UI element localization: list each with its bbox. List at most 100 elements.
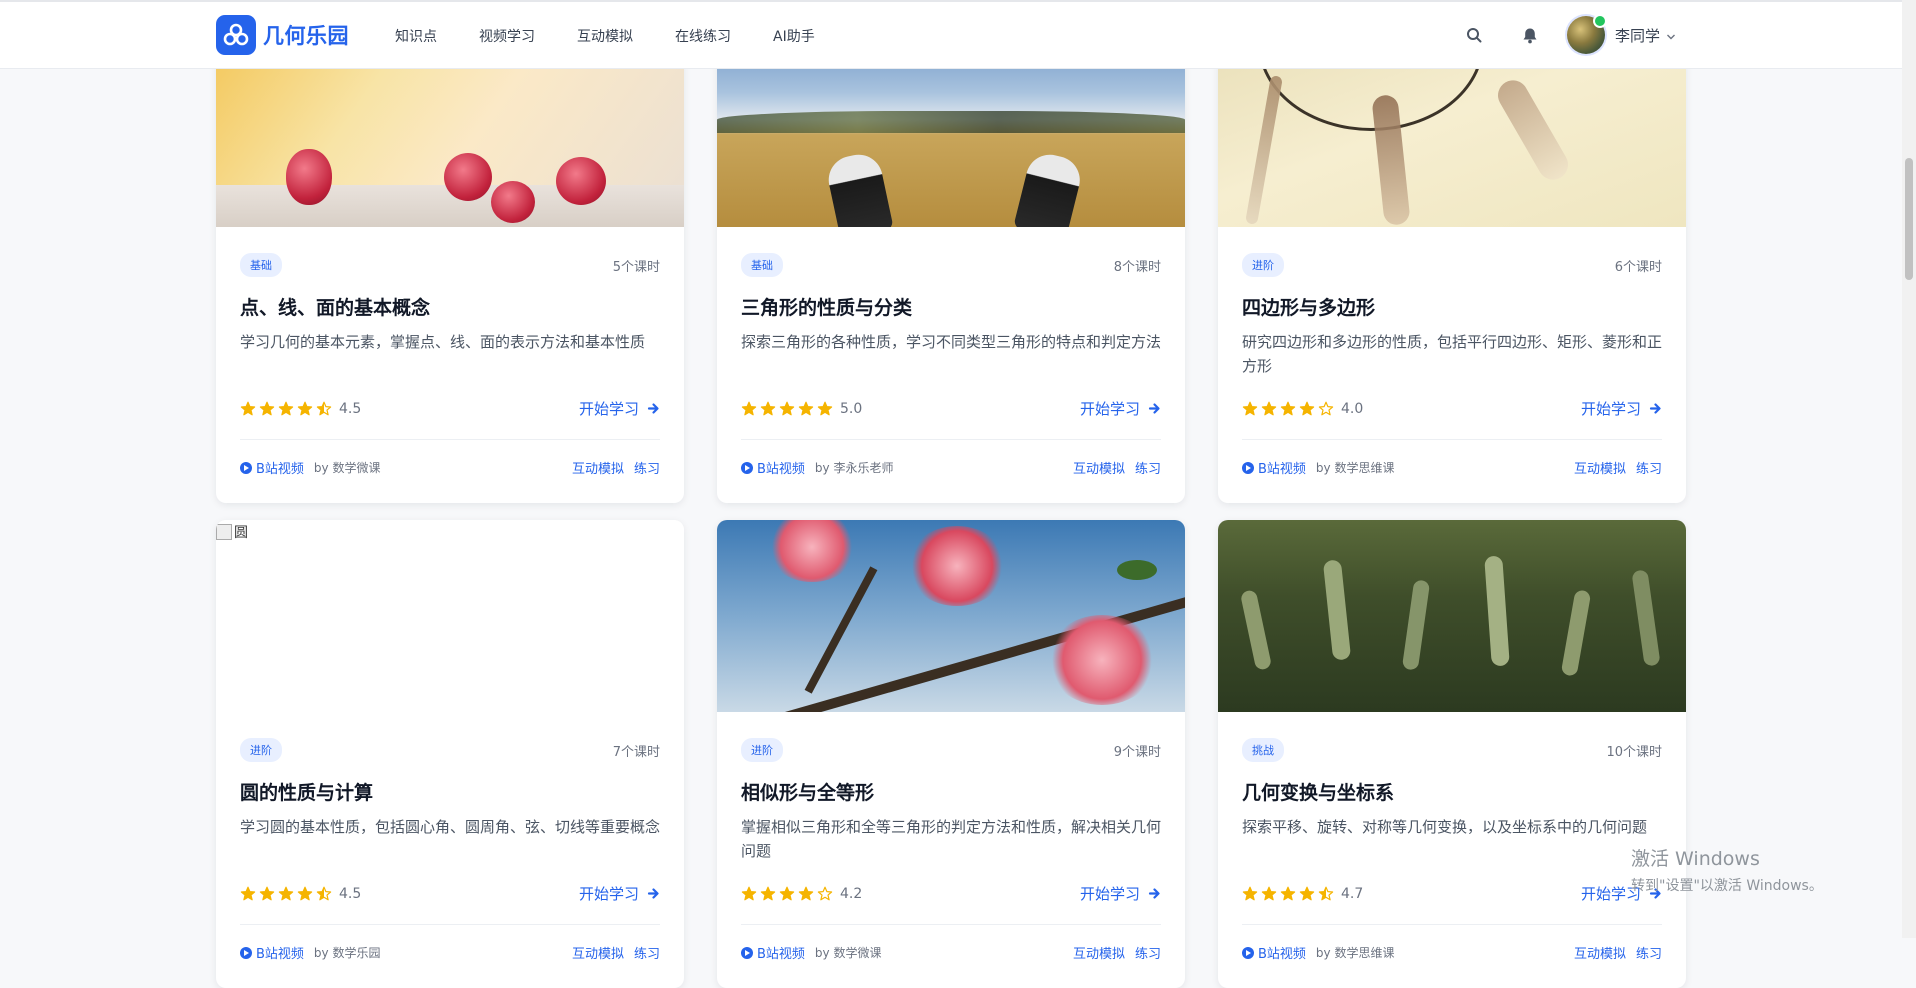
avatar[interactable] (1566, 14, 1607, 54)
bilibili-video-link[interactable]: B站视频 (741, 943, 805, 962)
practice-link[interactable]: 练习 (634, 943, 660, 962)
course-card[interactable]: 进阶 9个课时 相似形与全等形 掌握相似三角形和全等三角形的判定方法和性质，解决… (717, 520, 1185, 988)
star-filled-icon (1299, 401, 1315, 415)
star-filled-icon (779, 886, 795, 900)
play-circle-icon (741, 461, 753, 474)
star-filled-icon (760, 401, 776, 415)
level-badge: 基础 (240, 253, 282, 277)
star-half-icon (316, 401, 332, 415)
user-name[interactable]: 李同学 (1615, 25, 1660, 46)
bilibili-video-link[interactable]: B站视频 (1242, 458, 1306, 477)
bilibili-video-link[interactable]: B站视频 (240, 943, 304, 962)
video-link-label: B站视频 (1258, 462, 1306, 477)
level-badge: 进阶 (1242, 253, 1284, 277)
star-half-icon (316, 886, 332, 900)
course-card[interactable]: 基础 8个课时 三角形的性质与分类 探索三角形的各种性质，学习不同类型三角形的特… (717, 35, 1185, 503)
arrow-right-icon (1148, 403, 1160, 414)
simulation-link[interactable]: 互动模拟 (572, 943, 624, 962)
level-badge: 进阶 (240, 738, 282, 762)
course-description: 研究四边形和多边形的性质，包括平行四边形、矩形、菱形和正方形 (1242, 333, 1663, 375)
start-learning-button[interactable]: 开始学习 (1581, 398, 1662, 419)
start-learning-label: 开始学习 (1580, 400, 1641, 418)
scrollbar-thumb[interactable] (1905, 158, 1913, 280)
star-filled-icon (297, 886, 313, 900)
simulation-link[interactable]: 互动模拟 (1574, 458, 1626, 477)
start-learning-label: 开始学习 (578, 400, 639, 418)
play-circle-icon (1242, 946, 1254, 959)
course-description: 探索平移、旋转、对称等几何变换，以及坐标系中的几何问题 (1242, 818, 1648, 836)
practice-link[interactable]: 练习 (1135, 943, 1161, 962)
brand-name: 几何乐园 (263, 24, 349, 48)
rating-stars: 4.2 (741, 886, 862, 902)
star-filled-icon (779, 401, 795, 415)
course-card[interactable]: 挑战 10个课时 几何变换与坐标系 探索平移、旋转、对称等几何变换，以及坐标系中… (1218, 520, 1686, 988)
nav-video[interactable]: 视频学习 (479, 26, 535, 46)
bell-icon[interactable] (1511, 16, 1549, 54)
nav-simulation[interactable]: 互动模拟 (577, 26, 633, 46)
lesson-count: 8个课时 (1113, 259, 1161, 275)
level-badge: 挑战 (1242, 738, 1284, 762)
course-title[interactable]: 三角形的性质与分类 (741, 293, 1161, 320)
course-title[interactable]: 四边形与多边形 (1242, 293, 1662, 320)
star-filled-icon (798, 401, 814, 415)
start-learning-button[interactable]: 开始学习 (579, 883, 660, 904)
start-learning-button[interactable]: 开始学习 (1080, 883, 1161, 904)
star-filled-icon (1280, 886, 1296, 900)
bilibili-video-link[interactable]: B站视频 (240, 458, 304, 477)
star-filled-icon (297, 401, 313, 415)
logo-icon (216, 15, 256, 55)
course-title[interactable]: 圆的性质与计算 (240, 778, 660, 805)
start-learning-label: 开始学习 (1079, 400, 1140, 418)
divider (1242, 439, 1662, 440)
main-nav: 知识点 视频学习 互动模拟 在线练习 AI助手 (395, 26, 857, 46)
level-badge: 基础 (741, 253, 783, 277)
star-filled-icon (259, 401, 275, 415)
simulation-link[interactable]: 互动模拟 (1073, 943, 1125, 962)
rating-stars: 4.0 (1242, 401, 1363, 417)
star-empty-icon (817, 886, 833, 900)
video-link-label: B站视频 (256, 947, 304, 962)
bilibili-video-link[interactable]: B站视频 (1242, 943, 1306, 962)
nav-ai-assistant[interactable]: AI助手 (773, 26, 815, 46)
image-alt-text: 圆 (234, 525, 248, 541)
rating-value: 4.0 (1341, 400, 1364, 417)
start-learning-button[interactable]: 开始学习 (1080, 398, 1161, 419)
course-card[interactable]: 进阶 6个课时 四边形与多边形 研究四边形和多边形的性质，包括平行四边形、矩形、… (1218, 35, 1686, 503)
star-half-icon (1318, 886, 1334, 900)
nav-practice[interactable]: 在线练习 (675, 26, 731, 46)
practice-link[interactable]: 练习 (634, 458, 660, 477)
rating-stars: 4.5 (240, 886, 361, 902)
course-title[interactable]: 点、线、面的基本概念 (240, 293, 660, 320)
brand-logo[interactable]: 几何乐园 (216, 15, 349, 55)
course-card[interactable]: 圆 进阶 7个课时 圆的性质与计算 学习圆的基本性质，包括圆心角、圆周角、弦、切… (216, 520, 684, 988)
watermark-subtitle: 转到"设置"以激活 Windows。 (1631, 878, 1823, 894)
practice-link[interactable]: 练习 (1636, 943, 1662, 962)
arrow-right-icon (647, 888, 659, 899)
course-card[interactable]: 基础 5个课时 点、线、面的基本概念 学习几何的基本元素，掌握点、线、面的表示方… (216, 35, 684, 503)
divider (1242, 924, 1662, 925)
star-filled-icon (1261, 886, 1277, 900)
chevron-down-icon[interactable] (1666, 26, 1676, 45)
search-icon[interactable] (1455, 16, 1493, 54)
simulation-link[interactable]: 互动模拟 (1574, 943, 1626, 962)
simulation-link[interactable]: 互动模拟 (1073, 458, 1125, 477)
start-learning-button[interactable]: 开始学习 (579, 398, 660, 419)
rating-value: 5.0 (840, 400, 863, 417)
course-title[interactable]: 几何变换与坐标系 (1242, 778, 1662, 805)
top-navbar: 几何乐园 知识点 视频学习 互动模拟 在线练习 AI助手 李同学 (0, 0, 1902, 69)
bilibili-video-link[interactable]: B站视频 (741, 458, 805, 477)
practice-link[interactable]: 练习 (1636, 458, 1662, 477)
simulation-link[interactable]: 互动模拟 (572, 458, 624, 477)
watermark-title: 激活 Windows (1631, 848, 1760, 870)
star-filled-icon (1261, 401, 1277, 415)
play-circle-icon (240, 461, 252, 474)
page-scrollbar[interactable] (1902, 0, 1916, 938)
practice-link[interactable]: 练习 (1135, 458, 1161, 477)
star-filled-icon (1242, 401, 1258, 415)
author: by 数学微课 (814, 946, 882, 960)
author: by 数学思维课 (1315, 946, 1395, 960)
course-description: 探索三角形的各种性质，学习不同类型三角形的特点和判定方法 (741, 333, 1162, 351)
nav-knowledge[interactable]: 知识点 (395, 26, 437, 46)
rating-value: 4.5 (339, 400, 362, 417)
course-title[interactable]: 相似形与全等形 (741, 778, 1161, 805)
